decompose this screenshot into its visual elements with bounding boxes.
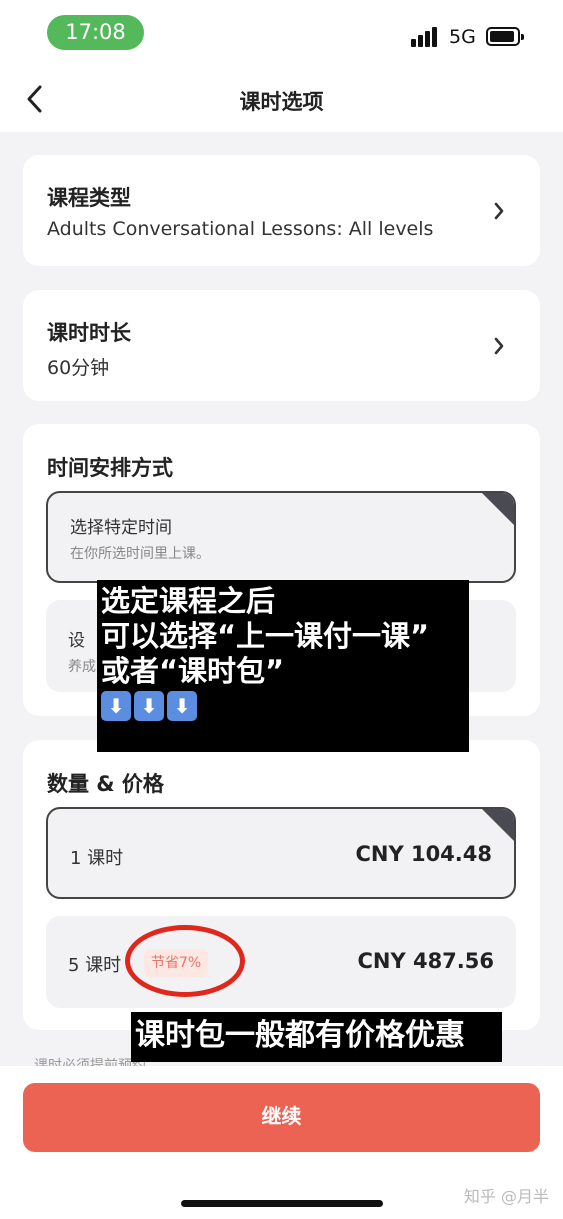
package-quantity: 1 课时 <box>70 848 124 869</box>
nav-bar: 课时选项 <box>0 66 563 132</box>
down-arrow-icon <box>101 691 131 721</box>
annotation-line: 可以选择“上一课付一课” <box>101 619 430 653</box>
down-arrow-icon <box>167 691 197 721</box>
signal-icon <box>411 27 441 47</box>
lesson-type-title: 课程类型 <box>47 186 131 210</box>
down-arrows <box>101 691 469 721</box>
package-option-1[interactable]: 1 课时 CNY 104.48 <box>46 807 516 899</box>
annotation-line: 选定课程之后 <box>101 584 276 618</box>
annotation-line: 或者“课时包” <box>101 654 285 688</box>
chevron-right-icon <box>494 202 504 220</box>
duration-row[interactable]: 课时时长 60分钟 <box>23 290 540 401</box>
home-indicator[interactable] <box>181 1200 383 1207</box>
selected-corner-marker <box>481 809 514 842</box>
schedule-title: 时间安排方式 <box>47 456 173 480</box>
page-title: 课时选项 <box>239 90 324 114</box>
quantity-price-title: 数量 & 价格 <box>47 772 164 796</box>
lesson-type-row[interactable]: 课程类型 Adults Conversational Lessons: All … <box>23 155 540 266</box>
schedule-option-specific-time[interactable]: 选择特定时间 在你所选时间里上课。 <box>46 491 516 583</box>
option-subtitle: 养成 <box>68 659 96 675</box>
option-subtitle: 在你所选时间里上课。 <box>70 546 210 562</box>
duration-value: 60分钟 <box>47 357 110 379</box>
package-price: CNY 104.48 <box>355 842 492 866</box>
annotation-overlay: 选定课程之后 可以选择“上一课付一课” 或者“课时包” <box>97 580 469 752</box>
status-bar: 17:08 5G <box>0 0 563 66</box>
option-title: 设 <box>68 631 85 651</box>
package-quantity: 5 课时 <box>68 955 122 976</box>
duration-title: 课时时长 <box>47 321 131 345</box>
battery-icon <box>486 27 524 46</box>
quantity-price-card: 数量 & 价格 1 课时 CNY 104.48 5 课时 节省7% CNY 48… <box>23 740 540 1030</box>
continue-button[interactable]: 继续 <box>23 1083 540 1152</box>
down-arrow-icon <box>134 691 164 721</box>
watermark: 知乎 @月半 <box>463 1187 549 1206</box>
option-title: 选择特定时间 <box>70 518 172 538</box>
annotation-caption: 课时包一般都有价格优惠 <box>131 1012 502 1062</box>
chevron-right-icon <box>494 337 504 355</box>
status-time: 17:08 <box>47 15 144 50</box>
package-price: CNY 487.56 <box>357 949 494 973</box>
network-label: 5G <box>449 26 476 48</box>
package-option-5[interactable]: 5 课时 节省7% CNY 487.56 <box>46 916 516 1008</box>
annotation-circle <box>125 925 245 997</box>
selected-corner-marker <box>481 493 514 526</box>
lesson-type-value: Adults Conversational Lessons: All level… <box>47 218 434 240</box>
